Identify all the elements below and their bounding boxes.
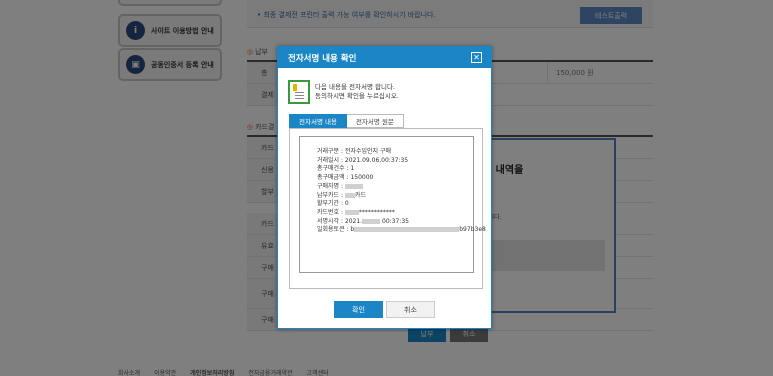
dialog-intro: 다음 내용을 전자서명 합니다. 동의하시면 확인을 누르십시오.	[288, 80, 399, 104]
tab-signature-content[interactable]: 전자서명 내용	[289, 114, 347, 128]
intro-line-1: 다음 내용을 전자서명 합니다.	[315, 83, 396, 91]
total-count: 총구매건수 : 1	[317, 165, 355, 173]
total-amount: 총구매금액 : 150000	[317, 174, 374, 182]
signature-details: 거래구분 : 전자수입인지 구매 거래일시 : 2021.09.06,00:37…	[299, 136, 486, 273]
one-time-token: 일회용토큰 : b b97b3e8	[317, 226, 486, 234]
dialog-title: 전자서명 내용 확인	[288, 53, 357, 64]
installment: 할부기간 : 0	[317, 200, 349, 208]
redacted-value	[344, 183, 363, 189]
redacted-value	[354, 227, 460, 233]
trade-type: 거래구분 : 전자수입인지 구매	[317, 148, 391, 155]
confirm-button[interactable]: 확인	[334, 301, 383, 318]
redacted-value	[362, 218, 381, 224]
document-sign-icon	[288, 80, 310, 104]
intro-line-2: 동의하시면 확인을 누르십시오.	[315, 92, 399, 100]
close-icon[interactable]: ✕	[471, 52, 482, 63]
tab-content: 거래구분 : 전자수입인지 구매 거래일시 : 2021.09.06,00:37…	[289, 128, 486, 289]
redacted-value	[344, 192, 355, 198]
dialog-tabs: 전자서명 내용 전자서명 원문	[289, 114, 404, 128]
card-number: 카드번호 : ************	[317, 208, 395, 216]
redacted-value	[344, 209, 359, 215]
payment-card: 납부카드 : 카드	[317, 191, 366, 199]
tab-signature-original[interactable]: 전자서명 원문	[346, 114, 404, 128]
buyer-name: 구매자명 :	[317, 183, 473, 192]
dialog-header: 전자서명 내용 확인 ✕	[278, 47, 491, 68]
cancel-button[interactable]: 취소	[386, 301, 435, 318]
dialog-buttons: 확인 취소	[334, 301, 435, 318]
e-signature-dialog: 전자서명 내용 확인 ✕ 다음 내용을 전자서명 합니다. 동의하시면 확인을 …	[277, 46, 492, 329]
